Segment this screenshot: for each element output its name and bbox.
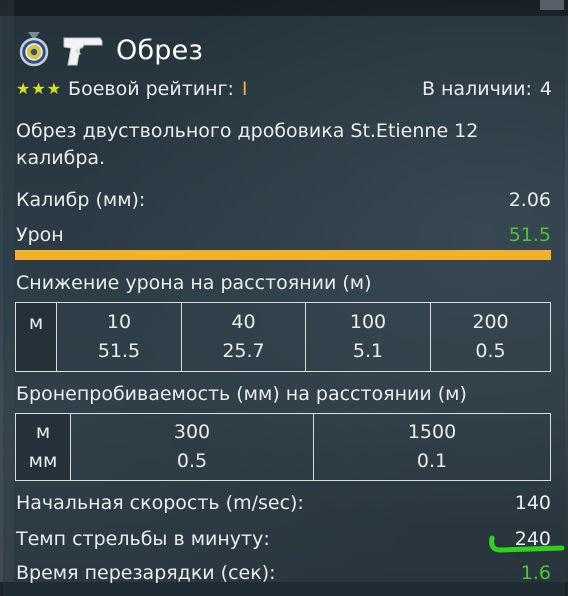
stat-row-muzzle-velocity: Начальная скорость (m/sec): 140 bbox=[16, 490, 551, 516]
penetration-value: 0.1 bbox=[416, 450, 448, 472]
penetration-unit-top: м bbox=[35, 421, 51, 443]
falloff-unit-cell: м bbox=[16, 303, 57, 371]
falloff-distance: 40 bbox=[231, 311, 256, 333]
falloff-distance: 200 bbox=[472, 311, 509, 333]
falloff-value: 5.1 bbox=[352, 340, 384, 362]
muzzle-value: 140 bbox=[514, 492, 551, 514]
penetration-distance: 300 bbox=[173, 421, 211, 443]
rating-value: I bbox=[241, 78, 248, 100]
reload-label: Время перезарядки (сек): bbox=[16, 562, 276, 584]
damage-bar bbox=[15, 250, 551, 260]
stat-row-caliber: Калибр (мм): 2.06 bbox=[16, 187, 551, 213]
penetration-col: 300 0.5 bbox=[71, 414, 314, 480]
reload-value: 1.6 bbox=[520, 562, 551, 584]
availability-value: 4 bbox=[539, 78, 552, 100]
falloff-distance: 10 bbox=[106, 311, 132, 333]
rating-label: Боевой рейтинг: bbox=[68, 78, 234, 100]
medal-icon bbox=[18, 32, 50, 68]
falloff-value: 25.7 bbox=[222, 340, 265, 362]
penetration-col: 1500 0.1 bbox=[314, 414, 550, 480]
falloff-table: м 10 51.5 40 25.7 100 5.1 200 0.5 bbox=[15, 302, 551, 372]
penetration-value: 0.5 bbox=[176, 450, 208, 472]
damage-value: 51.5 bbox=[508, 224, 551, 246]
falloff-value: 51.5 bbox=[97, 340, 141, 362]
penetration-table: м мм 300 0.5 1500 0.1 bbox=[15, 413, 551, 481]
penetration-label: Бронепробиваемость (мм) на расстоянии (м… bbox=[16, 383, 467, 405]
muzzle-label: Начальная скорость (m/sec): bbox=[16, 492, 304, 514]
stat-row-damage: Урон 51.5 bbox=[16, 222, 551, 248]
falloff-col: 100 5.1 bbox=[306, 303, 431, 371]
top-right-corner bbox=[540, 0, 564, 10]
item-title: Обрез bbox=[116, 34, 204, 66]
rof-label: Темп стрельбы в минуту: bbox=[16, 528, 270, 550]
star-icon: ★ bbox=[16, 79, 31, 98]
falloff-col: 40 25.7 bbox=[182, 303, 306, 371]
falloff-col: 200 0.5 bbox=[431, 303, 550, 371]
highlight-mark bbox=[489, 535, 565, 553]
rating-row: ★ ★ ★ Боевой рейтинг: I В наличии: 4 bbox=[16, 76, 552, 102]
availability-label: В наличии: bbox=[421, 78, 532, 100]
caliber-label: Калибр (мм): bbox=[16, 189, 146, 211]
falloff-distance: 100 bbox=[349, 311, 387, 333]
penetration-unit-cell: м мм bbox=[16, 414, 71, 480]
title-row: Обрез bbox=[18, 28, 203, 72]
top-strip bbox=[0, 0, 568, 16]
damage-label: Урон bbox=[16, 224, 64, 246]
stat-row-rate-of-fire: Темп стрельбы в минуту: 240 bbox=[16, 526, 551, 552]
penetration-unit-bottom: мм bbox=[28, 450, 58, 472]
falloff-unit: м bbox=[28, 311, 44, 334]
pistol-icon bbox=[60, 32, 104, 68]
penetration-distance: 1500 bbox=[407, 421, 457, 443]
rating-stars: ★ ★ ★ bbox=[16, 81, 62, 97]
star-icon: ★ bbox=[31, 79, 46, 98]
stat-row-reload: Время перезарядки (сек): 1.6 bbox=[16, 560, 551, 586]
falloff-value: 0.5 bbox=[475, 340, 506, 362]
item-description: Обрез двуствольного дробовика St.Etienne… bbox=[16, 120, 479, 169]
caliber-value: 2.06 bbox=[508, 189, 551, 211]
falloff-label: Снижение урона на расстоянии (м) bbox=[16, 272, 372, 294]
star-icon: ★ bbox=[46, 79, 62, 98]
falloff-col: 10 51.5 bbox=[57, 303, 182, 371]
